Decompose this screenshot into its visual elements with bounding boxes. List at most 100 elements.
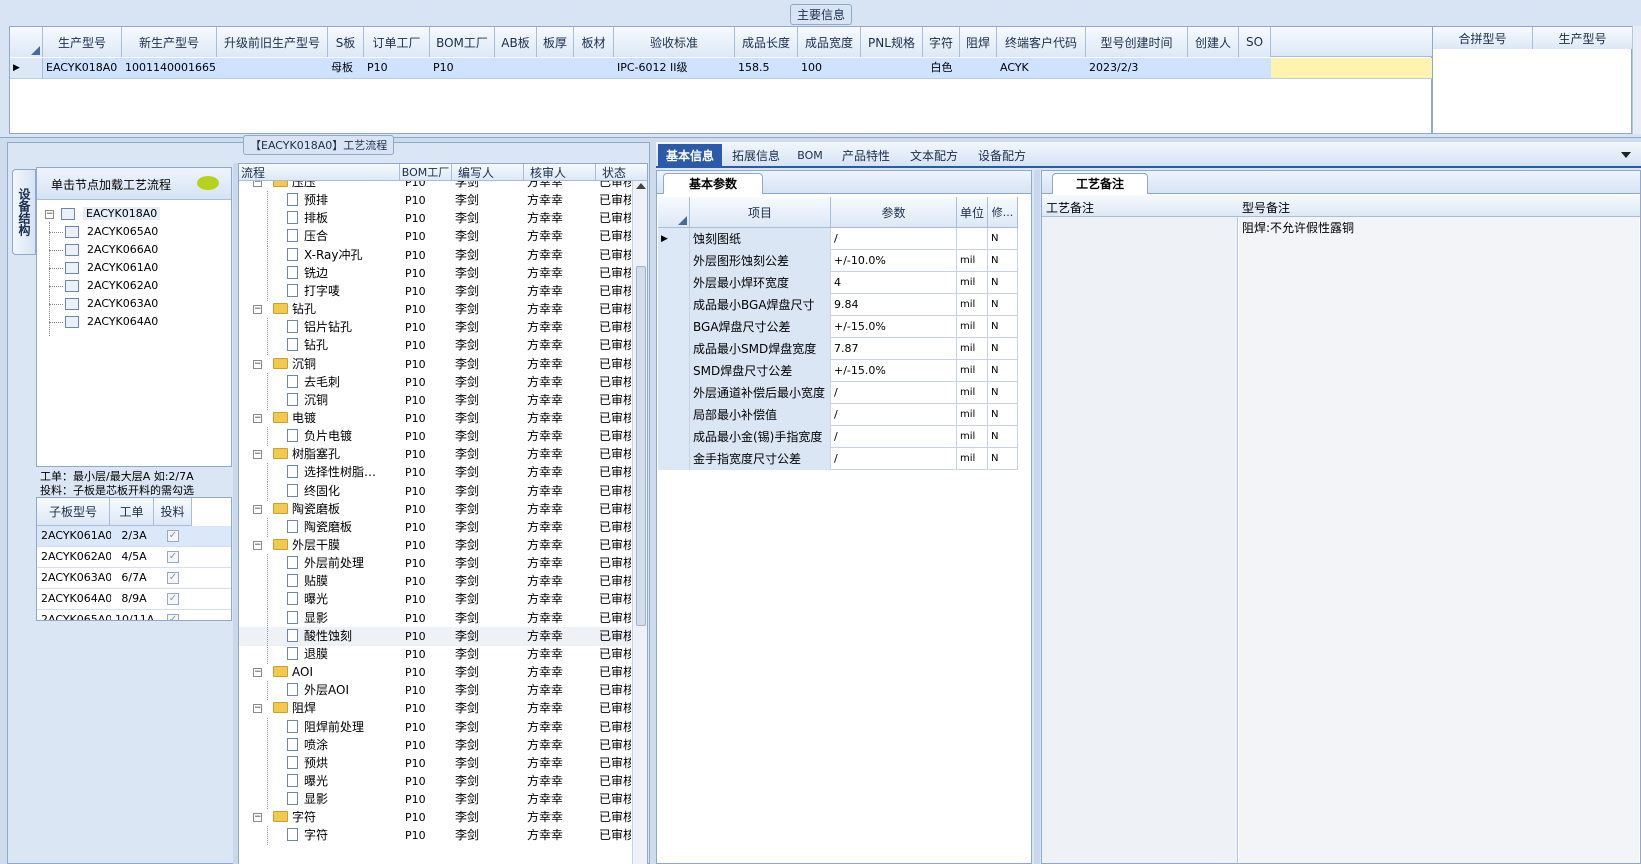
flow-scrollbar[interactable] — [632, 181, 647, 864]
flow-row[interactable]: 阻焊前处理 P10 李剑 方幸幸 已审核 — [239, 717, 631, 737]
flow-row[interactable]: 沉铜 P10 李剑 方幸幸 已审核 — [239, 390, 631, 410]
tab-device-recipe[interactable]: 设备配方 — [970, 144, 1034, 168]
cell-modify[interactable]: N — [988, 404, 1018, 426]
col-header-flow-factory[interactable]: BOM工厂 — [400, 164, 452, 181]
cell-sub-model[interactable]: 2ACYK063A0 — [41, 571, 111, 584]
mid-splitter[interactable] — [1034, 170, 1040, 864]
cell-value[interactable]: / — [831, 426, 957, 448]
cell-modify[interactable]: N — [988, 294, 1018, 316]
cell-value[interactable]: / — [831, 404, 957, 426]
table-row[interactable]: 金手指宽度尺寸公差 / mil N — [658, 448, 1018, 470]
checkbox[interactable]: ✓ — [167, 530, 179, 542]
flow-row[interactable]: 陶瓷磨板 P10 李剑 方幸幸 已审核 — [239, 517, 631, 537]
cell-item[interactable]: SMD焊盘尺寸公差 — [690, 360, 831, 382]
flow-row[interactable]: 压合 P10 李剑 方幸幸 已审核 — [239, 227, 631, 247]
cell-order[interactable]: 6/7A — [115, 571, 153, 584]
flow-row[interactable]: 负片电镀 P10 李剑 方幸幸 已审核 — [239, 427, 631, 447]
table-row[interactable]: 外层最小焊环宽度 4 mil N — [658, 272, 1018, 294]
collapse-icon[interactable]: − — [253, 504, 262, 514]
checkbox[interactable]: ✓ — [167, 593, 179, 605]
cell-new-model[interactable]: 10011400016657 — [122, 58, 217, 78]
cell-value[interactable]: 9.84 — [831, 294, 957, 316]
cell-create-time[interactable]: 2023/2/3 — [1086, 58, 1188, 78]
cell-sub-model[interactable]: 2ACYK062A0 — [41, 550, 111, 563]
table-row[interactable]: 成品最小BGA焊盘尺寸 9.84 mil N — [658, 294, 1018, 316]
device-structure-tab[interactable]: 设备结构 — [12, 169, 36, 255]
cell-modify[interactable]: N — [988, 360, 1018, 382]
cell-sub-model[interactable]: 2ACYK064A0 — [41, 592, 111, 605]
cell-modify[interactable]: N — [988, 316, 1018, 338]
table-row[interactable]: 2ACYK064A0 8/9A ✓ — [37, 589, 231, 610]
cell-unit[interactable] — [957, 228, 988, 250]
cell-modify[interactable]: N — [988, 382, 1018, 404]
flow-row[interactable]: 显影 P10 李剑 方幸幸 已审核 — [239, 790, 631, 810]
cell-value[interactable]: 4 — [831, 272, 957, 294]
col-header-bom-factory[interactable]: BOM工厂 — [430, 27, 495, 57]
cell-order[interactable]: 10/11A — [115, 613, 153, 620]
cell-highlight[interactable] — [1271, 58, 1433, 78]
col-header-so[interactable]: SO — [1239, 27, 1271, 57]
scroll-up-icon[interactable] — [636, 183, 646, 189]
flow-row[interactable]: 打字唛 P10 李剑 方幸幸 已审核 — [239, 281, 631, 301]
table-row[interactable]: 2ACYK061A0 2/3A ✓ — [37, 526, 231, 547]
table-row[interactable]: 2ACYK063A0 6/7A ✓ — [37, 568, 231, 589]
flow-row[interactable]: − 外层干膜 P10 李剑 方幸幸 已审核 — [239, 536, 631, 555]
scroll-thumb[interactable] — [636, 266, 646, 626]
col-header-customer-code[interactable]: 终端客户代码 — [997, 27, 1086, 57]
flow-row[interactable]: 曝光 P10 李剑 方幸幸 已审核 — [239, 590, 631, 610]
collapse-icon[interactable]: − — [45, 210, 54, 219]
cell-item[interactable]: 外层通道补偿后最小宽度 — [690, 382, 831, 404]
flow-row[interactable]: 字符 P10 李剑 方幸幸 已审核 — [239, 826, 631, 846]
cell-modify[interactable]: N — [988, 272, 1018, 294]
col-header-creator[interactable]: 创建人 — [1188, 27, 1239, 57]
flow-row[interactable]: 酸性蚀刻 P10 李剑 方幸幸 已审核 — [239, 626, 631, 646]
cell-item[interactable]: BGA焊盘尺寸公差 — [690, 316, 831, 338]
tab-extended-info[interactable]: 拓展信息 — [726, 144, 786, 168]
table-row[interactable]: 2ACYK065A0 10/11A ✓ — [37, 610, 231, 620]
col-header-material[interactable]: 板材 — [574, 27, 614, 57]
cell-bom-factory[interactable]: P10 — [430, 58, 495, 78]
col-header-thickness[interactable]: 板厚 — [537, 27, 574, 57]
cell-unit[interactable]: mil — [957, 448, 988, 470]
col-header-writer[interactable]: 编写人 — [452, 164, 524, 181]
flow-row[interactable]: 预排 P10 李剑 方幸幸 已审核 — [239, 191, 631, 211]
table-row[interactable]: 成品最小SMD焊盘宽度 7.87 mil N — [658, 338, 1018, 360]
flow-row[interactable]: 排板 P10 李剑 方幸幸 已审核 — [239, 209, 631, 229]
collapse-icon[interactable]: − — [253, 541, 262, 550]
cell-width[interactable]: 100 — [798, 58, 861, 78]
table-row[interactable]: BGA焊盘尺寸公差 +/-15.0% mil N — [658, 316, 1018, 338]
flow-row[interactable]: 贴膜 P10 李剑 方幸幸 已审核 — [239, 572, 631, 592]
grid-corner[interactable] — [10, 27, 43, 57]
cell-value[interactable]: / — [831, 228, 957, 250]
flow-row[interactable]: − 陶瓷磨板 P10 李剑 方幸幸 已审核 — [239, 500, 631, 519]
col-header-old-model[interactable]: 升级前旧生产型号 — [217, 27, 328, 57]
cell-modify[interactable]: N — [988, 338, 1018, 360]
flow-row[interactable]: 铣边 P10 李剑 方幸幸 已审核 — [239, 263, 631, 283]
col-header-width[interactable]: 成品宽度 — [798, 27, 861, 57]
checkbox[interactable]: ✓ — [167, 614, 179, 620]
flow-row[interactable]: 钻孔 P10 李剑 方幸幸 已审核 — [239, 336, 631, 356]
col-header-order-factory[interactable]: 订单工厂 — [364, 27, 430, 57]
cell-unit[interactable]: mil — [957, 272, 988, 294]
collapse-icon[interactable]: − — [253, 413, 262, 423]
collapse-icon[interactable]: − — [253, 181, 262, 187]
tab-product-features[interactable]: 产品特性 — [834, 144, 898, 168]
collapse-icon[interactable]: − — [253, 305, 262, 315]
tab-dropdown-icon[interactable] — [1621, 152, 1631, 158]
table-row[interactable]: SMD焊盘尺寸公差 +/-15.0% mil N — [658, 360, 1018, 382]
col-header-value[interactable]: 参数 — [831, 197, 957, 228]
flow-row[interactable]: − 电镀 P10 李剑 方幸幸 已审核 — [239, 409, 631, 428]
cell-unit[interactable]: mil — [957, 316, 988, 338]
flow-row[interactable]: − 钻孔 P10 李剑 方幸幸 已审核 — [239, 300, 631, 319]
flow-row[interactable]: − 树脂塞孔 P10 李剑 方幸幸 已审核 — [239, 445, 631, 464]
cell-item[interactable]: 外层最小焊环宽度 — [690, 272, 831, 294]
col-header-create-time[interactable]: 型号创建时间 — [1086, 27, 1188, 57]
cell-unit[interactable]: mil — [957, 294, 988, 316]
cell-sub-model[interactable]: 2ACYK065A0 — [41, 613, 111, 620]
cell-customer-code[interactable]: ACYK — [997, 58, 1086, 78]
flow-row[interactable]: 选择性树脂… P10 李剑 方幸幸 已审核 — [239, 463, 631, 483]
checkbox[interactable]: ✓ — [167, 572, 179, 584]
cell-s-board[interactable]: 母板 — [328, 58, 364, 78]
checkbox[interactable]: ✓ — [167, 551, 179, 563]
cell-sub-model[interactable]: 2ACYK061A0 — [41, 529, 111, 542]
